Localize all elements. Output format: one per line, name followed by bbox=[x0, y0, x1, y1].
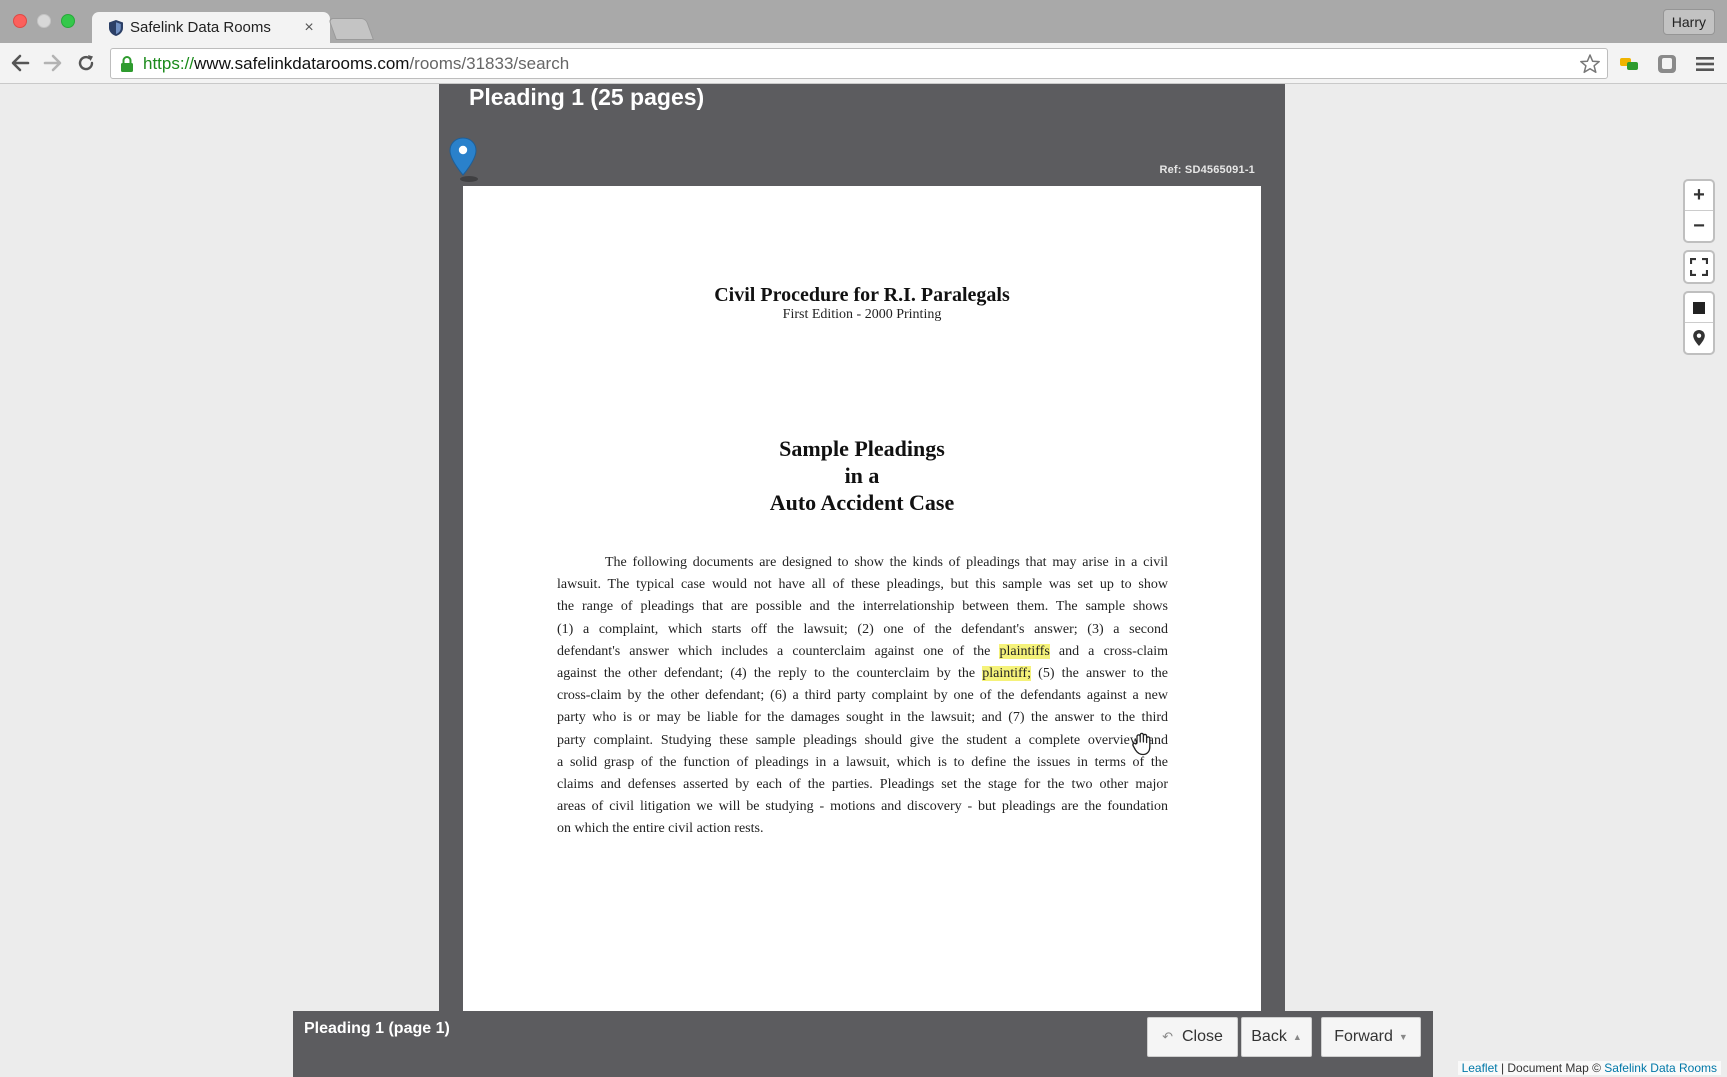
map-attribution: Leaflet | Document Map © Safelink Data R… bbox=[1457, 1061, 1721, 1075]
square-icon bbox=[1693, 301, 1705, 314]
close-label: Close bbox=[1182, 1028, 1223, 1045]
tab-title: Safelink Data Rooms bbox=[130, 19, 271, 36]
forward-dropdown-button[interactable]: Forward ▼ bbox=[1321, 1017, 1421, 1057]
extension-chat-icon[interactable] bbox=[1618, 53, 1640, 75]
map-marker-icon[interactable] bbox=[449, 136, 481, 182]
url-text: https://www.safelinkdatarooms.com/rooms/… bbox=[143, 54, 569, 74]
undo-arrow-icon: ↶ bbox=[1162, 1029, 1173, 1044]
address-bar[interactable]: https://www.safelinkdatarooms.com/rooms/… bbox=[110, 48, 1608, 79]
lock-icon bbox=[121, 55, 133, 72]
body-line: cross-claim by the other defendant; (6) … bbox=[557, 688, 1168, 704]
forward-label: Forward bbox=[1334, 1028, 1393, 1045]
body-text: against the other defendant; (4) the rep… bbox=[557, 666, 976, 682]
caret-up-icon: ▲ bbox=[1292, 1032, 1302, 1042]
body-text: defendant's answer which includes a coun… bbox=[557, 643, 1000, 659]
arrow-right-icon bbox=[43, 54, 62, 72]
back-dropdown-button[interactable]: Back ▲ bbox=[1241, 1017, 1312, 1057]
search-highlight: plaintiffs bbox=[999, 643, 1050, 659]
body-line: against the other defendant; (4) the rep… bbox=[557, 663, 1168, 685]
body-line: party complaint. Studying these sample p… bbox=[557, 732, 1168, 748]
draw-marker-button[interactable] bbox=[1685, 323, 1713, 353]
document-map-viewport[interactable]: Pleading 1 (25 pages) Ref: SD4565091-1 C… bbox=[0, 84, 1727, 1077]
attribution-text: | Document Map © bbox=[1497, 1061, 1605, 1075]
body-line: party who is or may be liable for the da… bbox=[557, 710, 1168, 726]
body-line: a solid grasp of the function of pleadin… bbox=[557, 754, 1168, 770]
hamburger-menu-icon bbox=[1696, 57, 1714, 71]
chat-bubbles-icon bbox=[1620, 58, 1638, 70]
page-book-subtitle: First Edition - 2000 Printing bbox=[782, 307, 942, 322]
close-button[interactable]: ↶ Close bbox=[1147, 1017, 1238, 1057]
page-body-paragraph: The following documents are designed to … bbox=[557, 552, 1168, 841]
zoom-in-button[interactable]: + bbox=[1685, 181, 1713, 211]
extension-shield-icon[interactable] bbox=[1656, 53, 1678, 75]
back-label: Back bbox=[1251, 1028, 1287, 1045]
location-pin-icon bbox=[1693, 330, 1705, 346]
square-badge-icon bbox=[1658, 55, 1676, 73]
document-page: Civil Procedure for R.I. Paralegals Firs… bbox=[463, 186, 1261, 1077]
body-line: defendant's answer which includes a coun… bbox=[557, 641, 1168, 663]
body-line: on which the entire civil action rests. bbox=[557, 821, 764, 837]
fullscreen-control bbox=[1683, 250, 1715, 284]
fullscreen-button[interactable] bbox=[1685, 252, 1713, 282]
document-reference: Ref: SD4565091-1 bbox=[1159, 164, 1255, 176]
body-line: lawsuit. The typical case would not have… bbox=[557, 577, 1168, 593]
body-line: the range of pleadings that are possible… bbox=[557, 599, 1168, 615]
fullscreen-icon bbox=[1690, 258, 1708, 276]
window-minimize-button[interactable] bbox=[37, 14, 51, 28]
url-scheme: https:// bbox=[143, 53, 195, 73]
reload-button[interactable] bbox=[72, 49, 100, 77]
url-host: www.safelinkdatarooms.com bbox=[194, 53, 410, 73]
forward-button[interactable] bbox=[39, 49, 67, 77]
profile-button[interactable]: Harry bbox=[1662, 9, 1715, 35]
body-line: claims and defenses asserted by each of … bbox=[557, 777, 1168, 793]
zoom-control: + − bbox=[1683, 179, 1715, 243]
owner-link[interactable]: Safelink Data Rooms bbox=[1604, 1061, 1717, 1075]
search-highlight: plaintiff; bbox=[982, 666, 1031, 682]
new-tab-button[interactable] bbox=[327, 18, 375, 40]
tab-close-icon[interactable]: × bbox=[300, 19, 318, 37]
window-close-button[interactable] bbox=[13, 14, 27, 28]
viewer-bottom-bar: Pleading 1 (page 1) ↶ Close Back ▲ Forwa… bbox=[293, 1011, 1433, 1077]
browser-toolbar: https://www.safelinkdatarooms.com/rooms/… bbox=[0, 43, 1727, 84]
url-path: /rooms/31833/search bbox=[409, 53, 570, 73]
body-line: (1) a complaint, which starts off the la… bbox=[557, 621, 1168, 637]
body-text: and a cross-claim bbox=[1049, 643, 1168, 659]
draw-rectangle-button[interactable] bbox=[1685, 293, 1713, 323]
window-zoom-button[interactable] bbox=[61, 14, 75, 28]
shield-icon bbox=[109, 19, 123, 36]
body-line: areas of civil litigation we will be stu… bbox=[557, 799, 1168, 815]
page-heading-line-3: Auto Accident Case bbox=[769, 490, 955, 515]
zoom-out-button[interactable]: − bbox=[1685, 211, 1713, 241]
arrow-left-icon bbox=[11, 54, 30, 72]
body-line: The following documents are designed to … bbox=[605, 555, 1168, 570]
map-controls: + − bbox=[1683, 179, 1715, 362]
bookmark-star-icon[interactable] bbox=[1579, 53, 1601, 75]
browser-titlebar: Safelink Data Rooms × Harry bbox=[0, 0, 1727, 43]
document-title: Pleading 1 (25 pages) bbox=[469, 84, 705, 110]
page-heading-line-2: in a bbox=[844, 463, 880, 488]
page-heading-line-1: Sample Pleadings bbox=[779, 436, 945, 461]
leaflet-link[interactable]: Leaflet bbox=[1462, 1061, 1498, 1075]
reload-icon bbox=[78, 55, 94, 71]
body-text: (5) the answer to the bbox=[1030, 666, 1168, 682]
draw-control bbox=[1683, 291, 1715, 355]
browser-menu-button[interactable] bbox=[1694, 53, 1716, 75]
back-button[interactable] bbox=[6, 49, 34, 77]
caret-down-icon: ▼ bbox=[1398, 1032, 1408, 1042]
document-panel: Pleading 1 (25 pages) Ref: SD4565091-1 C… bbox=[439, 84, 1285, 1077]
page-book-title: Civil Procedure for R.I. Paralegals bbox=[714, 284, 1010, 306]
browser-tab-active[interactable]: Safelink Data Rooms × bbox=[92, 12, 330, 43]
current-page-label: Pleading 1 (page 1) bbox=[304, 1020, 450, 1037]
